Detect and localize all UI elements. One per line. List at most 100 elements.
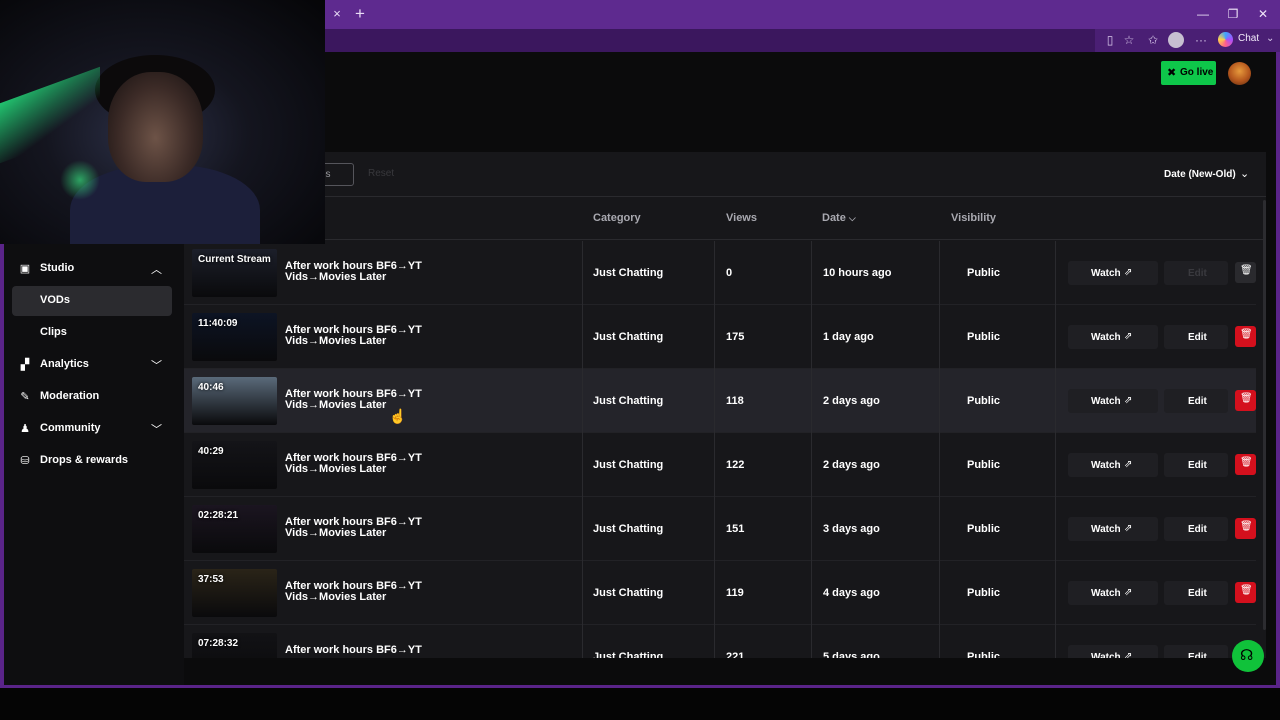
vod-thumbnail[interactable]: 07:28:32 [192, 633, 277, 658]
window-minimize-button[interactable]: — [1192, 4, 1214, 24]
table-row[interactable]: 40:46 After work hours BF6→YT Vids→Movie… [184, 369, 1256, 433]
go-live-button[interactable]: ✖ Go live [1161, 61, 1216, 85]
trash-icon: 🗑 [1240, 265, 1253, 276]
copilot-logo-icon [1218, 32, 1233, 47]
vod-category[interactable]: Just Chatting [593, 267, 663, 279]
table-row[interactable]: Current Stream After work hours BF6→YT V… [184, 241, 1256, 305]
profile-icon[interactable] [1168, 32, 1184, 48]
column-header-views[interactable]: Views [726, 212, 757, 224]
vod-thumbnail[interactable]: 11:40:09 [192, 313, 277, 361]
column-divider [714, 433, 715, 497]
vod-title[interactable]: After work hours BF6→YT Vids→Movies Late… [285, 581, 445, 603]
table-row[interactable]: 02:28:21 After work hours BF6→YT Vids→Mo… [184, 497, 1256, 561]
column-divider [714, 497, 715, 561]
watch-button[interactable]: Watch ⇗ [1068, 261, 1158, 285]
sidebar-item-moderation[interactable]: ✎ Moderation [12, 382, 172, 412]
edit-button[interactable]: Edit [1164, 645, 1228, 658]
help-button[interactable]: ☊ [1232, 640, 1264, 672]
address-bar[interactable] [325, 29, 1095, 52]
vod-thumbnail[interactable]: 40:46 [192, 377, 277, 425]
column-divider [582, 369, 583, 433]
window-close-button[interactable]: ✕ [1252, 4, 1274, 24]
tab-close-icon[interactable]: × [328, 5, 346, 23]
table-row[interactable]: 07:28:32 After work hours BF6→YT Just Ch… [184, 625, 1256, 658]
edit-button[interactable]: Edit [1164, 453, 1228, 477]
trash-icon: 🗑 [1240, 457, 1253, 468]
delete-button[interactable]: 🗑 [1235, 582, 1256, 603]
delete-button[interactable]: 🗑 [1235, 390, 1256, 411]
vod-visibility: Public [967, 523, 1001, 535]
sidebar-item-studio[interactable]: ▣ Studio ︿ [12, 254, 172, 284]
reader-mode-icon[interactable]: ▯ [1101, 31, 1119, 49]
edit-button[interactable]: Edit [1164, 389, 1228, 413]
favorite-star-icon[interactable]: ☆ [1120, 31, 1138, 49]
watch-button[interactable]: Watch ⇗ [1068, 517, 1158, 541]
vod-category[interactable]: Just Chatting [593, 651, 663, 658]
vod-category[interactable]: Just Chatting [593, 523, 663, 535]
vod-visibility: Public [967, 459, 1001, 471]
sort-dropdown[interactable]: Date (New-Old) ⌄ [1156, 164, 1256, 184]
watch-button[interactable]: Watch ⇗ [1068, 389, 1158, 413]
external-link-icon: ⇗ [1124, 651, 1133, 658]
vod-title[interactable]: After work hours BF6→YT Vids→Movies Late… [285, 389, 445, 411]
scrollbar[interactable] [1263, 200, 1266, 630]
favorites-icon[interactable]: ✩ [1144, 31, 1162, 49]
vod-title[interactable]: After work hours BF6→YT Vids→Movies Late… [285, 517, 445, 539]
vod-category[interactable]: Just Chatting [593, 459, 663, 471]
new-tab-button[interactable]: + [350, 4, 370, 24]
edit-button[interactable]: Edit [1164, 325, 1228, 349]
vod-date: 4 days ago [823, 587, 880, 599]
vod-category[interactable]: Just Chatting [593, 395, 663, 407]
vod-title[interactable]: After work hours BF6→YT Vids→Movies Late… [285, 453, 445, 475]
sidebar-item-clips[interactable]: Clips [12, 318, 172, 348]
column-header-date[interactable]: Date ⌵ [822, 212, 856, 224]
table-row[interactable]: 37:53 After work hours BF6→YT Vids→Movie… [184, 561, 1256, 625]
delete-button[interactable]: 🗑 [1235, 454, 1256, 475]
vod-thumbnail[interactable]: 37:53 [192, 569, 277, 617]
vod-date: 3 days ago [823, 523, 880, 535]
vod-category[interactable]: Just Chatting [593, 587, 663, 599]
sidebar-item-vods[interactable]: VODs [12, 286, 172, 316]
vod-title[interactable]: After work hours BF6→YT Vids→Movies Late… [285, 325, 445, 347]
vod-title[interactable]: After work hours BF6→YT Vids→Movies Late… [285, 261, 445, 283]
trash-icon: 🗑 [1240, 393, 1253, 404]
delete-button[interactable]: 🗑 [1235, 518, 1256, 539]
edit-button[interactable]: Edit [1164, 261, 1228, 285]
vod-date: 2 days ago [823, 395, 880, 407]
vod-thumbnail[interactable]: Current Stream [192, 249, 277, 297]
vod-length: 02:28:21 [198, 510, 239, 521]
watch-button[interactable]: Watch ⇗ [1068, 453, 1158, 477]
vod-category[interactable]: Just Chatting [593, 331, 663, 343]
column-divider [714, 369, 715, 433]
column-divider [939, 497, 940, 561]
column-divider [1055, 369, 1056, 433]
trash-icon: 🗑 [1240, 329, 1253, 340]
vod-title[interactable]: After work hours BF6→YT [285, 645, 445, 656]
table-row[interactable]: 40:29 After work hours BF6→YT Vids→Movie… [184, 433, 1256, 497]
more-icon[interactable]: ··· [1192, 31, 1210, 49]
watch-button[interactable]: Watch ⇗ [1068, 645, 1158, 658]
watch-label: Watch [1091, 588, 1121, 599]
vod-thumbnail[interactable]: 02:28:21 [192, 505, 277, 553]
column-header-visibility[interactable]: Visibility [951, 212, 996, 224]
reset-button[interactable]: Reset [368, 168, 394, 179]
vod-thumbnail[interactable]: 40:29 [192, 441, 277, 489]
sidebar-item-drops[interactable]: ⛁ Drops & rewards [12, 446, 172, 476]
table-row[interactable]: 11:40:09 After work hours BF6→YT Vids→Mo… [184, 305, 1256, 369]
vod-visibility: Public [967, 395, 1001, 407]
watch-button[interactable]: Watch ⇗ [1068, 581, 1158, 605]
edit-button[interactable]: Edit [1164, 581, 1228, 605]
window-restore-button[interactable]: ❐ [1222, 4, 1244, 24]
edit-button[interactable]: Edit [1164, 517, 1228, 541]
vods-panel: es Reset Date (New-Old) ⌄ Category Views… [184, 152, 1266, 658]
delete-button[interactable]: 🗑 [1235, 326, 1256, 347]
chevron-down-icon: ⌄ [1240, 168, 1250, 180]
column-header-category[interactable]: Category [593, 212, 641, 224]
vod-views: 122 [726, 459, 745, 471]
delete-button[interactable]: 🗑 [1235, 262, 1256, 283]
sidebar-item-community[interactable]: ♟ Community ﹀ [12, 414, 172, 444]
watch-button[interactable]: Watch ⇗ [1068, 325, 1158, 349]
sidebar-item-analytics[interactable]: ▞ Analytics ﹀ [12, 350, 172, 380]
avatar[interactable] [1228, 62, 1251, 85]
copilot-chat-button[interactable]: Chat ⌄ [1216, 30, 1278, 51]
